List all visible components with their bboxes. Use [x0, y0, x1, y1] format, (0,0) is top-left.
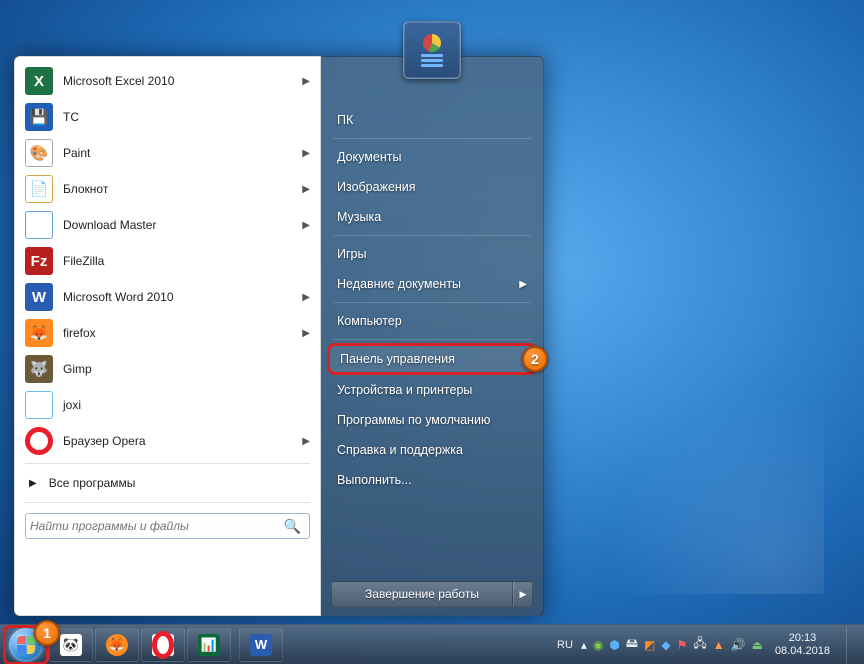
right-item-computer[interactable]: Компьютер	[325, 306, 539, 336]
taskbar-item-firefox[interactable]: 🦊	[95, 628, 139, 662]
divider	[333, 138, 531, 139]
divider	[25, 502, 310, 503]
tray-nvidia-icon[interactable]: ◉	[593, 638, 603, 652]
clock-date: 08.04.2018	[775, 645, 830, 658]
desktop: XMicrosoft Excel 2010▶ 💾TC 🎨Paint▶ 📄Блок…	[0, 0, 864, 664]
right-item-default-programs[interactable]: Программы по умолчанию	[325, 405, 539, 435]
divider	[333, 339, 531, 340]
shutdown-button-group: Завершение работы ▶	[331, 581, 533, 607]
taskbar: 1 🐼 🦊 📊 W RU ▴ ◉ ⬢ 🖴 ◩ ◆ ⚑ 🖧 ▲ 🔊 ⏏ 20:13…	[0, 624, 864, 664]
submenu-arrow-icon: ▶	[302, 220, 310, 231]
tray-app2-icon[interactable]: ◩	[644, 638, 655, 652]
tray-up-icon[interactable]: ▴	[581, 638, 587, 652]
divider	[333, 235, 531, 236]
language-indicator[interactable]: RU	[555, 639, 575, 651]
program-label: Gimp	[63, 362, 92, 376]
right-item-control-panel[interactable]: Панель управления 2	[327, 343, 537, 375]
tray-app3-icon[interactable]: ◆	[661, 638, 670, 652]
start-button[interactable]: 1	[4, 626, 48, 664]
annotation-badge-1: 1	[34, 620, 60, 646]
tray-volume-icon[interactable]: 🔊	[731, 638, 746, 652]
taskbar-item-taskmgr[interactable]: 📊	[187, 628, 231, 662]
right-item-documents[interactable]: Документы	[325, 142, 539, 172]
shutdown-button[interactable]: Завершение работы	[331, 581, 513, 607]
user-avatar[interactable]	[403, 21, 461, 79]
tray-warn-icon[interactable]: ▲	[713, 638, 725, 652]
program-word[interactable]: WMicrosoft Word 2010▶	[19, 279, 316, 315]
submenu-arrow-icon: ▶	[302, 148, 310, 159]
program-notepad[interactable]: 📄Блокнот▶	[19, 171, 316, 207]
start-menu-right-panel: ПК Документы Изображения Музыка Игры Нед…	[321, 56, 544, 616]
submenu-arrow-icon: ▶	[302, 76, 310, 87]
program-label: FileZilla	[63, 254, 104, 268]
program-filezilla[interactable]: FzFileZilla	[19, 243, 316, 279]
tray-app-icon[interactable]: ⬢	[609, 638, 619, 652]
program-label: joxi	[63, 398, 81, 412]
system-tray: RU ▴ ◉ ⬢ 🖴 ◩ ◆ ⚑ 🖧 ▲ 🔊 ⏏ 20:13 08.04.201…	[555, 626, 860, 664]
clock[interactable]: 20:13 08.04.2018	[769, 632, 836, 658]
submenu-arrow-icon: ▶	[302, 184, 310, 195]
program-firefox[interactable]: 🦊firefox▶	[19, 315, 316, 351]
search-box[interactable]: 🔍	[25, 513, 310, 539]
right-item-recent[interactable]: Недавние документы▶	[325, 269, 539, 299]
program-opera[interactable]: Браузер Opera ▶	[19, 423, 316, 459]
all-programs[interactable]: ▶ Все программы	[19, 468, 316, 498]
program-label: Блокнот	[63, 182, 108, 196]
program-label: Download Master	[63, 218, 156, 232]
program-tc[interactable]: 💾TC	[19, 99, 316, 135]
search-icon[interactable]: 🔍	[280, 518, 305, 535]
tray-safely-remove-icon[interactable]: ⏏	[752, 638, 763, 652]
program-excel[interactable]: XMicrosoft Excel 2010▶	[19, 63, 316, 99]
tray-disk-icon[interactable]: 🖴	[626, 634, 638, 655]
right-item-pc[interactable]: ПК	[325, 105, 539, 135]
program-gimp[interactable]: 🐺Gimp	[19, 351, 316, 387]
triangle-icon: ▶	[29, 478, 37, 489]
search-input[interactable]	[30, 519, 280, 533]
divider	[333, 302, 531, 303]
program-label: TC	[63, 110, 79, 124]
submenu-arrow-icon: ▶	[302, 436, 310, 447]
start-menu-programs-panel: XMicrosoft Excel 2010▶ 💾TC 🎨Paint▶ 📄Блок…	[14, 56, 321, 616]
tray-shield-icon[interactable]: ⚑	[677, 638, 688, 652]
divider	[25, 463, 310, 464]
right-item-devices[interactable]: Устройства и принтеры	[325, 375, 539, 405]
submenu-arrow-icon: ▶	[302, 292, 310, 303]
control-panel-bars-icon	[421, 54, 443, 67]
all-programs-label: Все программы	[49, 476, 136, 490]
right-item-images[interactable]: Изображения	[325, 172, 539, 202]
program-label: Paint	[63, 146, 90, 160]
tray-network-icon[interactable]: 🖧	[693, 634, 706, 655]
right-item-run[interactable]: Выполнить...	[325, 465, 539, 495]
program-label: firefox	[63, 326, 96, 340]
submenu-arrow-icon: ▶	[519, 279, 527, 290]
taskbar-item-word[interactable]: W	[239, 628, 283, 662]
taskbar-item-opera[interactable]	[141, 628, 185, 662]
program-joxi[interactable]: jjoxi	[19, 387, 316, 423]
program-paint[interactable]: 🎨Paint▶	[19, 135, 316, 171]
right-item-games[interactable]: Игры	[325, 239, 539, 269]
start-menu: XMicrosoft Excel 2010▶ 💾TC 🎨Paint▶ 📄Блок…	[14, 56, 544, 616]
right-item-music[interactable]: Музыка	[325, 202, 539, 232]
clock-time: 20:13	[775, 632, 830, 645]
shutdown-options-button[interactable]: ▶	[513, 581, 533, 607]
submenu-arrow-icon: ▶	[302, 328, 310, 339]
right-item-help[interactable]: Справка и поддержка	[325, 435, 539, 465]
annotation-badge-2: 2	[522, 346, 548, 372]
program-label: Microsoft Word 2010	[63, 290, 174, 304]
control-panel-icon	[423, 34, 441, 52]
program-label: Microsoft Excel 2010	[63, 74, 174, 88]
program-download-master[interactable]: ⬇Download Master▶	[19, 207, 316, 243]
show-desktop-button[interactable]	[846, 626, 856, 664]
program-label: Браузер Opera	[63, 434, 146, 448]
